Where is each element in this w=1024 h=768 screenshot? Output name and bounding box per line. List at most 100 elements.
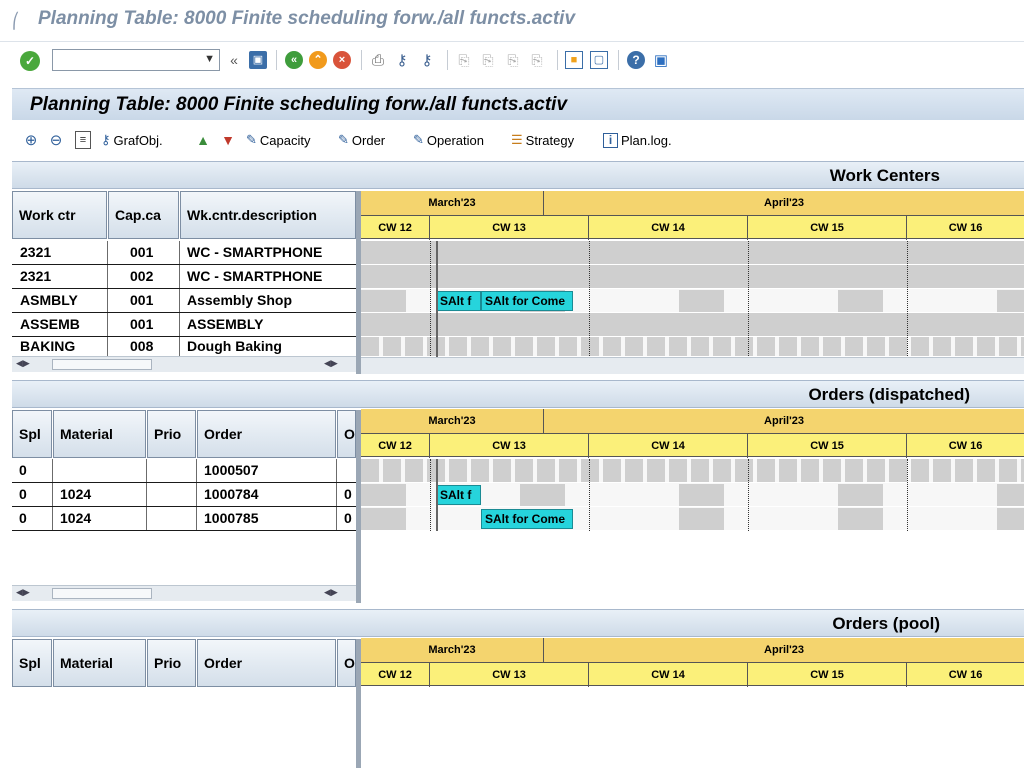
cap-cell: 002 [108, 265, 180, 288]
col-header-prio[interactable]: Prio [147, 410, 196, 458]
work-centers-gantt: March'23 April'23 CW 12 CW 13 CW 14 CW 1… [361, 191, 1024, 374]
table-row[interactable]: 0 1024 1000785 0 [12, 507, 356, 531]
prio-cell [147, 483, 197, 506]
operation-bar[interactable]: SAlt for Come [481, 291, 573, 311]
week-cw15: CW 15 [748, 663, 907, 687]
orders-dispatched-header: Orders (dispatched) [12, 380, 1024, 408]
current-time-line [436, 241, 438, 374]
toolbar-separator [447, 50, 448, 70]
table-row[interactable]: 0 1024 1000784 0 [12, 483, 356, 507]
command-field[interactable]: ▼ [52, 49, 220, 71]
o-cell [337, 459, 356, 482]
gantt-row[interactable] [361, 265, 1024, 289]
col-header-o[interactable]: O [337, 410, 356, 458]
find-icon[interactable]: ⚷ [393, 51, 411, 69]
table-row[interactable]: ASMBLY 001 Assembly Shop [12, 289, 356, 313]
col-header-cap-ca[interactable]: Cap.ca [108, 191, 179, 239]
check-icon[interactable]: ✓ [20, 51, 40, 71]
gantt-row[interactable]: SAlt f SAlt for Come [361, 289, 1024, 313]
previous-page-icon[interactable]: ⎘ [479, 51, 497, 69]
capacity-label: Capacity [259, 132, 311, 148]
operation-bar[interactable]: SAlt for Come [481, 509, 573, 529]
exit-arrow-icon[interactable]: ⎛ [12, 12, 20, 30]
col-header-work-ctr[interactable]: Work ctr [12, 191, 107, 239]
col-header-spl[interactable]: Spl [12, 410, 52, 458]
capacity-button[interactable]: ✎ Capacity [246, 131, 310, 149]
col-header-material[interactable]: Material [53, 410, 146, 458]
window-title-bar: ⎛ Planning Table: 8000 Finite scheduling… [0, 0, 1024, 42]
table-row[interactable]: 2321 001 WC - SMARTPHONE [12, 241, 356, 265]
zoom-out-icon[interactable]: ⊖ [47, 131, 65, 149]
gantt-scrollbar[interactable] [361, 357, 1024, 374]
shortcut-icon[interactable]: ▢ [590, 51, 608, 69]
scroll-left-icon[interactable]: ◀▶ [16, 587, 30, 598]
zoom-in-icon[interactable]: ⊕ [22, 131, 40, 149]
back-icon[interactable]: « [285, 51, 303, 69]
order-button[interactable]: ✎ Order [338, 131, 385, 149]
prio-cell [147, 507, 197, 530]
gantt-row[interactable] [361, 313, 1024, 337]
grafobj-button[interactable]: ⚷ GrafObj. [101, 131, 163, 149]
week-boundary [589, 459, 590, 531]
list-icon[interactable]: ≡ [75, 131, 91, 149]
horizontal-scrollbar[interactable]: ◀▶ ◀▶ [12, 585, 356, 601]
save-icon[interactable]: ▣ [249, 51, 267, 69]
work-ctr-cell: 2321 [12, 265, 108, 288]
operation-bar[interactable]: SAlt f [436, 291, 481, 311]
col-header-spl[interactable]: Spl [12, 639, 52, 687]
operation-bar[interactable]: SAlt f [436, 485, 481, 505]
week-header: CW 12 CW 13 CW 14 CW 15 CW 16 [361, 433, 1024, 458]
first-page-icon[interactable]: ⎘ [455, 51, 473, 69]
customize-layout-icon[interactable]: ▣ [652, 51, 670, 69]
collapse-icon[interactable]: « [227, 51, 241, 69]
col-header-o[interactable]: O [337, 639, 356, 687]
chevron-down-icon[interactable]: ▼ [204, 53, 215, 65]
month-header: March'23 April'23 [361, 638, 1024, 662]
week-cw12: CW 12 [361, 434, 430, 458]
scroll-thumb[interactable] [52, 359, 152, 370]
table-row[interactable]: BAKING 008 Dough Baking [12, 337, 356, 356]
horizontal-scrollbar[interactable]: ◀▶ ◀▶ [12, 356, 356, 372]
next-page-icon[interactable]: ⎘ [504, 51, 522, 69]
info-icon: i [603, 132, 618, 148]
last-page-icon[interactable]: ⎘ [528, 51, 546, 69]
spl-cell: 0 [12, 507, 53, 530]
nonwork-block [997, 290, 1024, 312]
cancel-icon[interactable]: × [333, 51, 351, 69]
table-row[interactable]: ASSEMB 001 ASSEMBLY [12, 313, 356, 337]
create-session-icon[interactable]: ■ [565, 51, 583, 69]
week-cw14: CW 14 [589, 663, 748, 687]
deallocate-icon[interactable]: ▼ [219, 131, 237, 149]
gantt-row[interactable] [361, 241, 1024, 265]
week-header: CW 12 CW 13 CW 14 CW 15 CW 16 [361, 662, 1024, 687]
exit-icon[interactable]: ⌃ [309, 51, 327, 69]
print-icon[interactable]: ⎙ [369, 51, 387, 69]
pencil-icon: ✎ [338, 132, 349, 147]
scroll-thumb[interactable] [52, 588, 152, 599]
material-cell: 1024 [53, 483, 147, 506]
gantt-row[interactable]: SAlt f [361, 483, 1024, 507]
strategy-button[interactable]: ☰ Strategy [511, 131, 574, 149]
dispatch-icon[interactable]: ▲ [194, 131, 212, 149]
gantt-row[interactable]: SAlt for Come [361, 507, 1024, 531]
gantt-row[interactable] [361, 337, 1024, 357]
table-row[interactable]: 2321 002 WC - SMARTPHONE [12, 265, 356, 289]
find-next-icon[interactable]: ⚷ [418, 51, 436, 69]
gantt-row[interactable] [361, 459, 1024, 483]
col-header-wk-cntr-description[interactable]: Wk.cntr.description [180, 191, 356, 239]
window-title: Planning Table: 8000 Finite scheduling f… [38, 8, 576, 29]
week-boundary [748, 459, 749, 531]
scroll-right-icon[interactable]: ◀▶ [324, 587, 338, 598]
description-cell: ASSEMBLY [187, 316, 264, 332]
spl-cell: 0 [12, 459, 53, 482]
operation-button[interactable]: ✎ Operation [413, 131, 484, 149]
col-header-prio[interactable]: Prio [147, 639, 196, 687]
help-icon[interactable]: ? [627, 51, 645, 69]
col-header-order[interactable]: Order [197, 410, 336, 458]
scroll-left-icon[interactable]: ◀▶ [16, 358, 30, 369]
col-header-material[interactable]: Material [53, 639, 146, 687]
scroll-right-icon[interactable]: ◀▶ [324, 358, 338, 369]
planlog-button[interactable]: i Plan.log. [603, 131, 672, 149]
table-row[interactable]: 0 1000507 [12, 459, 356, 483]
col-header-order[interactable]: Order [197, 639, 336, 687]
